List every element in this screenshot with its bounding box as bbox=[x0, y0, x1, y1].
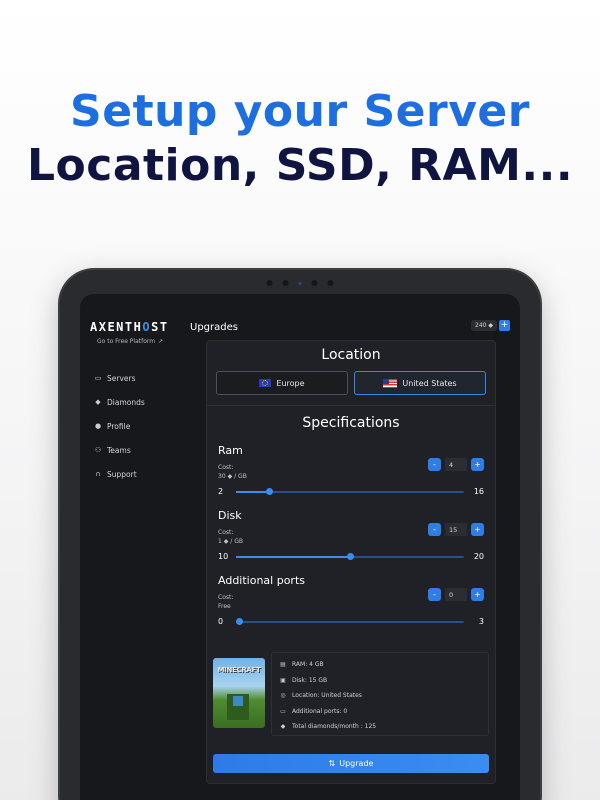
disk-increment-button[interactable]: + bbox=[471, 523, 484, 536]
ports-slider[interactable]: 0 3 bbox=[218, 617, 484, 626]
sidebar-item-teams[interactable]: ⚇ Teams bbox=[94, 438, 145, 462]
headline-line-1: Setup your Server bbox=[70, 86, 530, 137]
sidebar-item-label: Teams bbox=[107, 445, 131, 455]
headset-icon: ∩ bbox=[95, 470, 101, 478]
slider-thumb[interactable] bbox=[265, 487, 273, 495]
ports-stepper: - 0 + bbox=[428, 588, 484, 601]
divider bbox=[207, 405, 495, 406]
upgrade-panel: Location Europe United States Specificat… bbox=[206, 340, 496, 784]
summary-ram: ▤ RAM: 4 GB bbox=[280, 661, 324, 669]
diamond-icon: ◆ bbox=[223, 538, 229, 545]
add-diamonds-button[interactable]: + bbox=[499, 320, 510, 331]
spec-name: Additional ports bbox=[218, 574, 305, 587]
slider-thumb[interactable] bbox=[347, 552, 354, 560]
summary-box: ▤ RAM: 4 GB ▣ Disk: 15 GB ◎ Location: Un… bbox=[271, 652, 489, 736]
disk-value-input[interactable]: 15 bbox=[445, 523, 467, 536]
spec-ram: Ram - 4 + Cost: 30 ◆ / GB 2 16 bbox=[207, 444, 495, 496]
slider-track[interactable] bbox=[236, 617, 464, 625]
ethernet-icon: ▭ bbox=[280, 707, 286, 715]
app-screen: AXENTHOST Go to Free Platform ↗ ▭ Server… bbox=[80, 294, 520, 800]
sidebar-item-profile[interactable]: ● Profile bbox=[94, 414, 145, 438]
slider-thumb[interactable] bbox=[236, 617, 243, 625]
slider-min: 10 bbox=[218, 552, 229, 561]
diamond-balance: 240 ◆ + bbox=[471, 320, 510, 331]
upgrade-button[interactable]: ⇅ Upgrade bbox=[213, 754, 489, 773]
user-icon: ● bbox=[94, 422, 102, 430]
location-option-europe[interactable]: Europe bbox=[216, 371, 348, 395]
sidebar-item-label: Support bbox=[107, 469, 137, 479]
slider-min: 0 bbox=[218, 617, 224, 626]
summary-disk: ▣ Disk: 15 GB bbox=[280, 676, 328, 684]
order-summary: MINECRAFT ▤ RAM: 4 GB ▣ Disk: 15 GB ◎ Lo… bbox=[207, 638, 495, 744]
eu-flag-icon bbox=[259, 379, 272, 387]
camera-cluster bbox=[266, 280, 334, 286]
ram-value-input[interactable]: 4 bbox=[445, 458, 467, 471]
free-platform-label: Go to Free Platform bbox=[97, 338, 156, 345]
location-option-label: Europe bbox=[276, 378, 305, 388]
ram-stepper: - 4 + bbox=[428, 458, 484, 471]
sidebar-item-servers[interactable]: ▭ Servers bbox=[94, 366, 145, 390]
swap-icon: ⇅ bbox=[328, 759, 336, 768]
ports-decrement-button[interactable]: - bbox=[428, 588, 441, 601]
summary-location: ◎ Location: United States bbox=[280, 692, 362, 700]
diamond-icon: ◆ bbox=[227, 473, 233, 480]
logo[interactable]: AXENTHOST bbox=[90, 320, 169, 334]
slider-max: 20 bbox=[473, 552, 484, 561]
disk-stepper: - 15 + bbox=[428, 523, 484, 536]
ram-decrement-button[interactable]: - bbox=[428, 458, 441, 471]
location-options: Europe United States bbox=[207, 363, 495, 405]
sidebar-nav: ▭ Servers ◆ Diamonds ● Profile ⚇ Teams ∩ bbox=[94, 366, 145, 486]
summary-total: ◆ Total diamonds/month : 125 bbox=[280, 723, 377, 731]
slider-min: 2 bbox=[218, 487, 224, 496]
sidebar-item-label: Profile bbox=[107, 421, 131, 431]
slider-track[interactable] bbox=[236, 487, 464, 495]
upgrade-button-label: Upgrade bbox=[339, 759, 374, 768]
spec-ports: Additional ports - 0 + Cost: Free 0 3 bbox=[207, 574, 495, 626]
ram-increment-button[interactable]: + bbox=[471, 458, 484, 471]
sidebar-item-support[interactable]: ∩ Support bbox=[94, 462, 145, 486]
diamond-icon: ◆ bbox=[95, 398, 101, 406]
minecraft-cover-image: MINECRAFT bbox=[213, 658, 265, 728]
server-icon: ▭ bbox=[94, 374, 102, 382]
page-title: Upgrades bbox=[190, 322, 238, 333]
location-option-label: United States bbox=[402, 378, 457, 388]
disk-slider[interactable]: 10 20 bbox=[218, 552, 484, 561]
spec-disk: Disk - 15 + Cost: 1 ◆ / GB 10 20 bbox=[207, 509, 495, 561]
ports-increment-button[interactable]: + bbox=[471, 588, 484, 601]
slider-max: 16 bbox=[473, 487, 484, 496]
sidebar-item-diamonds[interactable]: ◆ Diamonds bbox=[94, 390, 145, 414]
team-icon: ⚇ bbox=[94, 446, 102, 454]
slider-max: 3 bbox=[478, 617, 484, 626]
sidebar-item-label: Diamonds bbox=[107, 397, 145, 407]
disk-icon: ▣ bbox=[280, 676, 286, 684]
slider-track[interactable] bbox=[236, 552, 464, 560]
free-platform-link[interactable]: Go to Free Platform ↗ bbox=[97, 338, 163, 345]
disk-decrement-button[interactable]: - bbox=[428, 523, 441, 536]
ports-value-input[interactable]: 0 bbox=[445, 588, 467, 601]
diamond-icon: ◆ bbox=[280, 723, 286, 731]
ram-icon: ▤ bbox=[280, 661, 286, 669]
globe-icon: ◎ bbox=[280, 692, 286, 700]
location-option-united-states[interactable]: United States bbox=[354, 371, 486, 395]
spec-name: Disk bbox=[218, 509, 242, 522]
location-title: Location bbox=[321, 347, 381, 363]
sidebar-item-label: Servers bbox=[107, 373, 136, 383]
headline-line-2: Location, SSD, RAM... bbox=[26, 140, 574, 191]
tablet-frame: AXENTHOST Go to Free Platform ↗ ▭ Server… bbox=[60, 270, 540, 800]
ram-slider[interactable]: 2 16 bbox=[218, 487, 484, 496]
summary-ports: ▭ Additional ports: 0 bbox=[280, 707, 348, 715]
balance-pill: 240 ◆ bbox=[471, 320, 497, 331]
us-flag-icon bbox=[383, 378, 398, 388]
spec-name: Ram bbox=[218, 444, 243, 457]
external-link-icon: ↗ bbox=[158, 338, 164, 345]
specifications-title: Specifications bbox=[302, 415, 400, 431]
sidebar: AXENTHOST Go to Free Platform ↗ ▭ Server… bbox=[80, 294, 180, 800]
diamond-icon: ◆ bbox=[488, 322, 493, 329]
